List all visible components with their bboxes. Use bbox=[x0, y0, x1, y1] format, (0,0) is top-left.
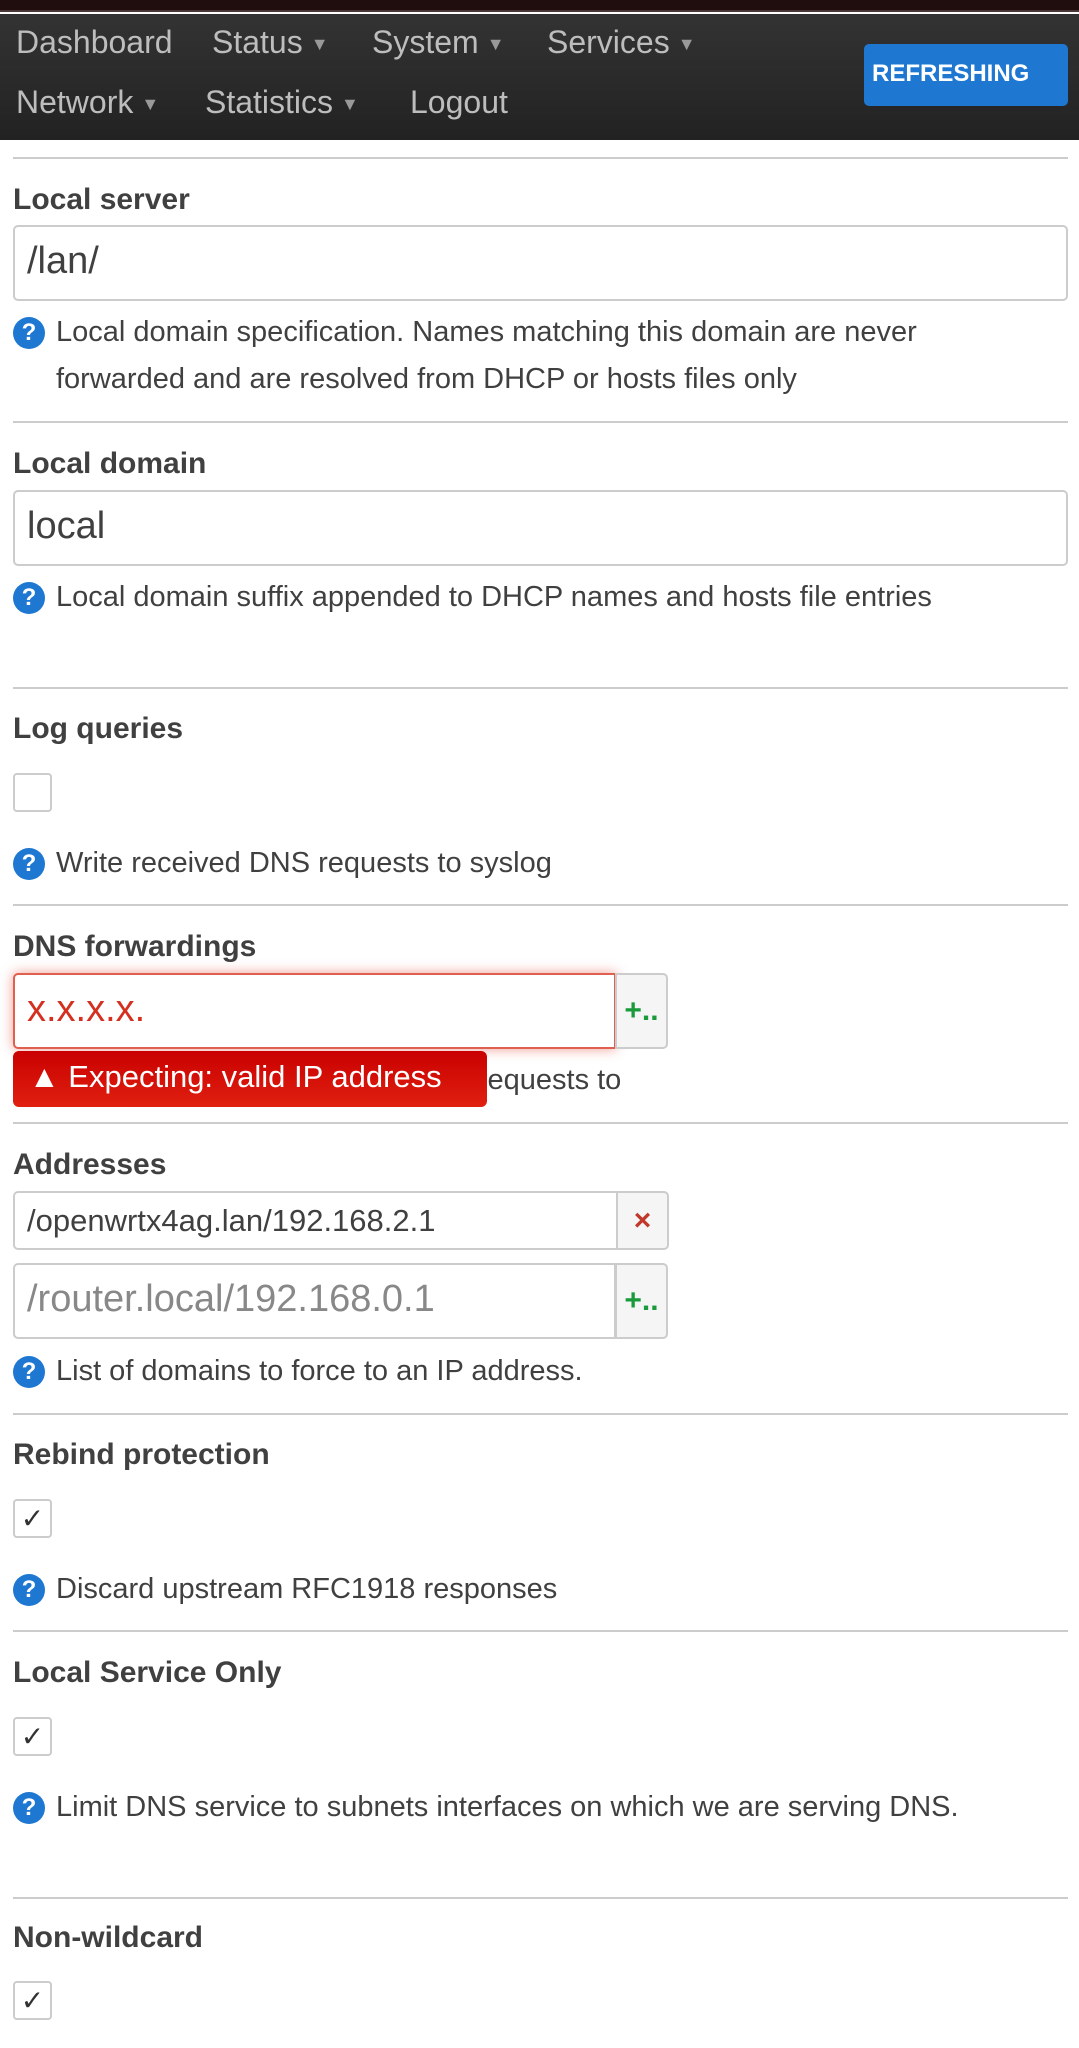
new-address-input[interactable]: /router.local/192.168.0.1 bbox=[13, 1263, 616, 1339]
caret-down-icon: ▼ bbox=[310, 34, 329, 55]
help-text: Local domain suffix appended to DHCP nam… bbox=[56, 581, 932, 613]
local-domain-input[interactable]: local bbox=[13, 490, 1068, 566]
local-service-only-label: Local Service Only bbox=[13, 1656, 282, 1689]
address-input[interactable]: /openwrtx4ag.lan/192.168.2.1 bbox=[13, 1191, 618, 1250]
divider bbox=[13, 421, 1068, 423]
non-wildcard-checkbox[interactable]: ✓ bbox=[13, 1981, 52, 2020]
non-wildcard-label: Non-wildcard bbox=[13, 1921, 204, 1954]
caret-down-icon: ▼ bbox=[486, 34, 505, 55]
nav-label: Status bbox=[212, 24, 303, 60]
rebind-protection-checkbox[interactable]: ✓ bbox=[13, 1499, 52, 1538]
divider bbox=[13, 687, 1068, 689]
validation-error-tooltip: ▲ Expecting: valid IP address bbox=[13, 1051, 487, 1107]
nav-status[interactable]: Status ▼ bbox=[212, 24, 329, 61]
divider bbox=[13, 904, 1068, 906]
help-text: Limit DNS service to subnets interfaces … bbox=[56, 1791, 959, 1823]
divider bbox=[13, 1630, 1068, 1632]
help-text: Write received DNS requests to syslog bbox=[56, 847, 552, 879]
local-server-input[interactable]: /lan/ bbox=[13, 225, 1068, 301]
log-queries-label: Log queries bbox=[13, 712, 184, 745]
caret-down-icon: ▼ bbox=[677, 34, 696, 55]
help-icon: ? bbox=[13, 848, 45, 880]
nav-services[interactable]: Services ▼ bbox=[547, 24, 696, 61]
help-icon: ? bbox=[13, 1574, 45, 1606]
addresses-label: Addresses bbox=[13, 1148, 167, 1181]
nav-label: Dashboard bbox=[16, 24, 173, 60]
divider bbox=[13, 1897, 1068, 1899]
help-icon: ? bbox=[13, 317, 45, 349]
divider bbox=[13, 1122, 1068, 1124]
nav-label: System bbox=[372, 24, 479, 60]
nav-statistics[interactable]: Statistics ▼ bbox=[205, 84, 359, 121]
local-domain-help: ? Local domain suffix appended to DHCP na… bbox=[13, 574, 1053, 621]
nav-dashboard[interactable]: Dashboard bbox=[16, 24, 173, 61]
help-text: List of domains to force to an IP addres… bbox=[56, 1355, 583, 1387]
caret-down-icon: ▼ bbox=[341, 94, 359, 115]
nav-logout[interactable]: Logout bbox=[410, 84, 508, 121]
log-queries-help: ? Write received DNS requests to syslog bbox=[13, 840, 1053, 887]
nav-label: Logout bbox=[410, 84, 508, 120]
add-forwarding-button[interactable]: +.. bbox=[615, 973, 668, 1049]
divider bbox=[13, 1413, 1068, 1415]
local-server-help: ? Local domain specification. Names match… bbox=[13, 309, 1053, 403]
help-text: Local domain specification. Names matchi… bbox=[56, 316, 917, 395]
rebind-help: ? Discard upstream RFC1918 responses bbox=[13, 1566, 1053, 1613]
rebind-protection-label: Rebind protection bbox=[13, 1438, 270, 1471]
help-icon: ? bbox=[13, 1356, 45, 1388]
dns-forwardings-label: DNS forwardings bbox=[13, 930, 257, 963]
dns-forwarding-input[interactable]: x.x.x.x. bbox=[13, 973, 616, 1049]
nav-label: Statistics bbox=[205, 84, 334, 120]
nav-label: Services bbox=[547, 24, 670, 60]
remove-address-button[interactable]: × bbox=[616, 1191, 669, 1250]
help-icon: ? bbox=[13, 582, 45, 614]
caret-down-icon: ▼ bbox=[141, 94, 160, 115]
log-queries-checkbox[interactable] bbox=[13, 773, 52, 812]
local-domain-label: Local domain bbox=[13, 447, 207, 480]
status-strip bbox=[0, 0, 1079, 12]
nav-label: Network bbox=[16, 84, 134, 120]
addresses-help: ? List of domains to force to an IP addre… bbox=[13, 1348, 1053, 1395]
local-server-label: Local server bbox=[13, 183, 190, 216]
nav-network[interactable]: Network ▼ bbox=[16, 84, 159, 121]
refreshing-button[interactable]: REFRESHING bbox=[864, 44, 1068, 106]
add-address-button[interactable]: +.. bbox=[615, 1263, 668, 1339]
nav-system[interactable]: System ▼ bbox=[372, 24, 505, 61]
local-service-only-checkbox[interactable]: ✓ bbox=[13, 1717, 52, 1756]
help-text: Discard upstream RFC1918 responses bbox=[56, 1573, 558, 1605]
divider bbox=[13, 157, 1068, 159]
local-service-help: ? Limit DNS service to subnets interfaces… bbox=[13, 1784, 1053, 1831]
help-icon: ? bbox=[13, 1792, 45, 1824]
